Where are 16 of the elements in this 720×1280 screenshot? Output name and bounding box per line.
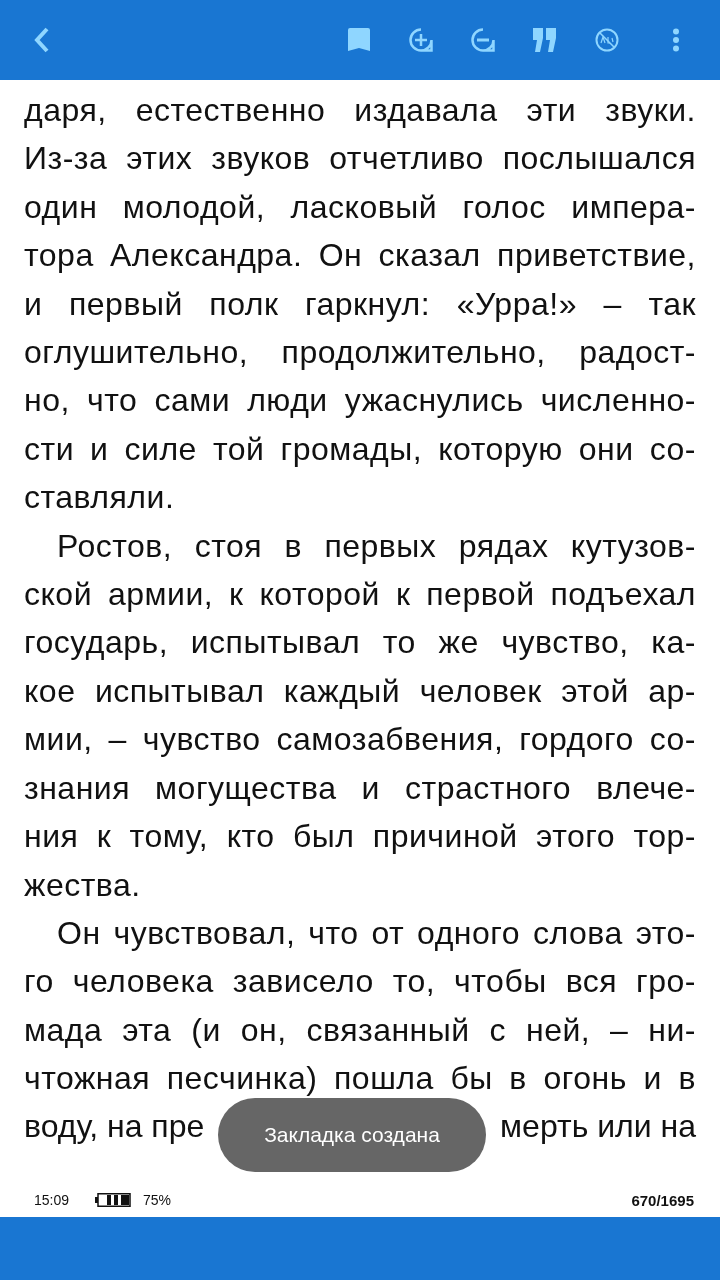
zoom-in-icon[interactable]: [409, 28, 433, 52]
more-icon[interactable]: [672, 28, 680, 52]
text-fragment: мерть или на: [500, 1109, 696, 1145]
zoom-out-icon[interactable]: [471, 28, 495, 52]
page-counter: 670/1695: [631, 1191, 694, 1209]
bookmark-icon[interactable]: [347, 28, 371, 52]
paragraph: Ростов, стоя в первых рядах кутузов- ской армии, к которой к первой подъехал государь, испытывал то же чувство, ка- кое испытывал каждый человек этой ар- мии, – чувство самозабвения, гордого со- знания могущества и страстного влече- ния к тому, кто был причиной этого тор- жества.: [24, 526, 696, 905]
battery-icon: [95, 1193, 132, 1207]
clock: 15:09: [34, 1192, 70, 1208]
quote-icon[interactable]: [533, 28, 557, 52]
toast-message: Закладка создана: [218, 1098, 486, 1172]
text-fragment: воду, на пре: [24, 1109, 205, 1145]
paragraph: даря, естественно издавала эти звуки. Из-за этих звуков отчетливо послышался один молодой, ласковый голос импера- тора Александра. Он сказал приветствие, и первый полк гаркнул: «Урра!» – так оглушительно, продолжительно, радост- но, что сами люди ужаснулись численно- сти и силе той громады, которую они со- ставляли.: [24, 91, 696, 518]
back-icon[interactable]: [34, 27, 50, 53]
ads-off-icon[interactable]: [595, 28, 619, 52]
battery-level: 75%: [143, 1192, 172, 1208]
